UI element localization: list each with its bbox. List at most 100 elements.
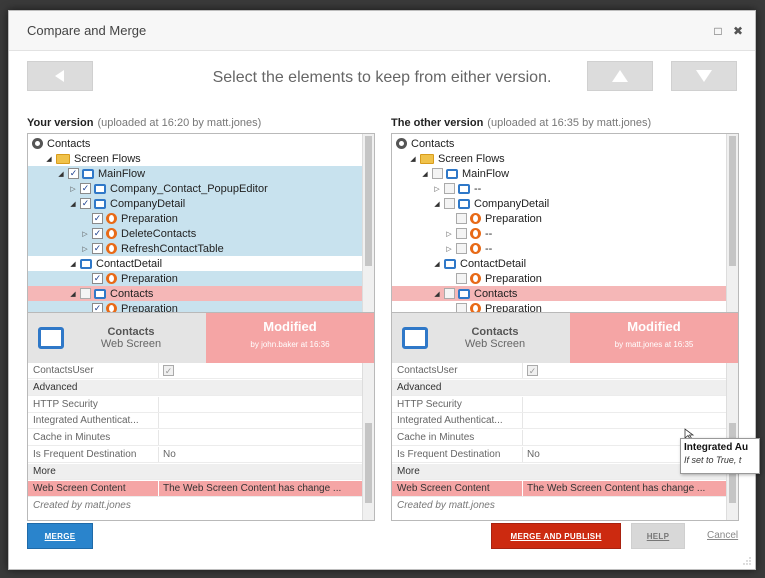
tree-item[interactable]: ◢ Contacts: [28, 286, 362, 301]
tree-item[interactable]: Contacts: [392, 136, 726, 151]
expanded-arrow-icon[interactable]: ◢: [68, 199, 78, 209]
tree-item[interactable]: ▷ --: [392, 181, 726, 196]
tree-item[interactable]: ◢ ✓ CompanyDetail: [28, 196, 362, 211]
keep-checkbox[interactable]: ✓: [92, 243, 103, 254]
tree-item-label: DeleteContacts: [121, 227, 197, 240]
tree-item[interactable]: ◢ MainFlow: [392, 166, 726, 181]
collapsed-arrow-icon[interactable]: ▷: [444, 244, 454, 254]
property-row[interactable]: Web Screen Content The Web Screen Content…: [28, 481, 362, 497]
keep-checkbox[interactable]: [80, 288, 91, 299]
resize-grip-icon[interactable]: [743, 557, 751, 565]
tree-item-label: Screen Flows: [74, 152, 141, 165]
expanded-arrow-icon[interactable]: ◢: [432, 259, 442, 269]
tree-item[interactable]: ◢ ContactDetail: [392, 256, 726, 271]
collapsed-arrow-icon[interactable]: ▷: [432, 184, 442, 194]
expanded-arrow-icon[interactable]: ◢: [56, 169, 66, 179]
keep-checkbox[interactable]: [456, 228, 467, 239]
tree-item[interactable]: ▷ --: [392, 241, 726, 256]
keep-checkbox[interactable]: ✓: [92, 303, 103, 312]
property-section: More: [28, 464, 362, 480]
property-name: Cache in Minutes: [397, 432, 475, 443]
readonly-checkbox: ✓: [163, 365, 174, 376]
element-type: Web Screen: [464, 338, 526, 350]
action-icon: [106, 303, 117, 312]
previous-change-up-button[interactable]: [587, 61, 653, 91]
keep-checkbox[interactable]: [444, 198, 455, 209]
collapsed-arrow-icon[interactable]: ▷: [80, 244, 90, 254]
tree-item[interactable]: Preparation: [392, 301, 726, 312]
tree-item[interactable]: ✓ Preparation: [28, 211, 362, 226]
expanded-arrow-icon[interactable]: ◢: [420, 169, 430, 179]
expanded-arrow-icon[interactable]: ◢: [44, 154, 54, 164]
tree-item[interactable]: ◢ CompanyDetail: [392, 196, 726, 211]
close-icon[interactable]: ✖: [731, 24, 745, 38]
keep-checkbox[interactable]: [444, 288, 455, 299]
tree-scrollbar[interactable]: [726, 134, 738, 312]
keep-checkbox[interactable]: [456, 273, 467, 284]
modified-by: by john.baker at 16:36: [250, 340, 330, 349]
collapsed-arrow-icon[interactable]: ▷: [80, 229, 90, 239]
modified-status: Modified by john.baker at 16:36: [206, 313, 374, 363]
property-name: HTTP Security: [33, 399, 98, 410]
scrollbar-thumb[interactable]: [729, 136, 736, 266]
expanded-arrow-icon[interactable]: ◢: [408, 154, 418, 164]
expanded-arrow-icon[interactable]: ◢: [68, 259, 78, 269]
collapsed-arrow-icon[interactable]: ▷: [444, 229, 454, 239]
maximize-icon[interactable]: □: [711, 24, 725, 38]
tree-item[interactable]: ◢ Screen Flows: [28, 151, 362, 166]
tree-item[interactable]: Preparation: [392, 271, 726, 286]
expanded-arrow-icon[interactable]: ◢: [432, 289, 442, 299]
folder-icon: [420, 153, 434, 164]
action-icon: [470, 303, 481, 312]
tree-item[interactable]: ◢ ContactDetail: [28, 256, 362, 271]
tree-item[interactable]: ✓ Preparation: [28, 271, 362, 286]
cancel-link[interactable]: Cancel: [707, 530, 738, 541]
keep-checkbox[interactable]: [456, 243, 467, 254]
property-row[interactable]: Web Screen Content The Web Screen Content…: [392, 481, 726, 497]
tree-item[interactable]: ▷ ✓ DeleteContacts: [28, 226, 362, 241]
keep-checkbox[interactable]: [432, 168, 443, 179]
action-icon: [470, 228, 481, 239]
property-row: HTTP Security: [28, 397, 362, 413]
keep-checkbox[interactable]: ✓: [80, 183, 91, 194]
keep-checkbox[interactable]: [444, 183, 455, 194]
tree-item[interactable]: Contacts: [28, 136, 362, 151]
help-button[interactable]: HELP: [631, 523, 685, 549]
previous-difference-button[interactable]: [27, 61, 93, 91]
tree-item[interactable]: ▷ --: [392, 226, 726, 241]
tree-item[interactable]: ◢ Contacts: [392, 286, 726, 301]
merge-and-publish-button[interactable]: MERGE AND PUBLISH: [491, 523, 621, 549]
screen-icon: [458, 288, 470, 299]
collapsed-arrow-icon[interactable]: ▷: [68, 184, 78, 194]
tree-item[interactable]: ◢ Screen Flows: [392, 151, 726, 166]
property-value: [158, 430, 362, 445]
keep-checkbox[interactable]: ✓: [92, 228, 103, 239]
scrollbar-thumb[interactable]: [365, 136, 372, 266]
selected-element-info: Contacts Web Screen Modified by john.bak…: [27, 313, 375, 363]
keep-checkbox[interactable]: [456, 303, 467, 312]
tree-scrollbar[interactable]: [362, 134, 374, 312]
merge-button[interactable]: MERGE: [27, 523, 93, 549]
keep-checkbox[interactable]: ✓: [92, 273, 103, 284]
tree-item[interactable]: ▷ ✓ RefreshContactTable: [28, 241, 362, 256]
tree-item-label: Contacts: [110, 287, 154, 300]
properties-scrollbar[interactable]: [362, 363, 374, 520]
keep-checkbox[interactable]: [456, 213, 467, 224]
scrollbar-thumb[interactable]: [365, 423, 372, 503]
action-icon: [470, 273, 481, 284]
tree-item[interactable]: ▷ ✓ Company_Contact_PopupEditor: [28, 181, 362, 196]
tree-item[interactable]: ◢ ✓ MainFlow: [28, 166, 362, 181]
expanded-arrow-icon[interactable]: ◢: [432, 199, 442, 209]
keep-checkbox[interactable]: ✓: [92, 213, 103, 224]
keep-checkbox[interactable]: ✓: [68, 168, 79, 179]
tree-item[interactable]: ✓ Preparation: [28, 301, 362, 312]
expanded-arrow-icon[interactable]: ◢: [68, 289, 78, 299]
app-icon: [396, 138, 407, 149]
next-change-down-button[interactable]: [671, 61, 737, 91]
screen-icon: [94, 183, 106, 194]
keep-checkbox[interactable]: ✓: [80, 198, 91, 209]
web-screen-icon: [38, 327, 64, 349]
tree-item[interactable]: Preparation: [392, 211, 726, 226]
